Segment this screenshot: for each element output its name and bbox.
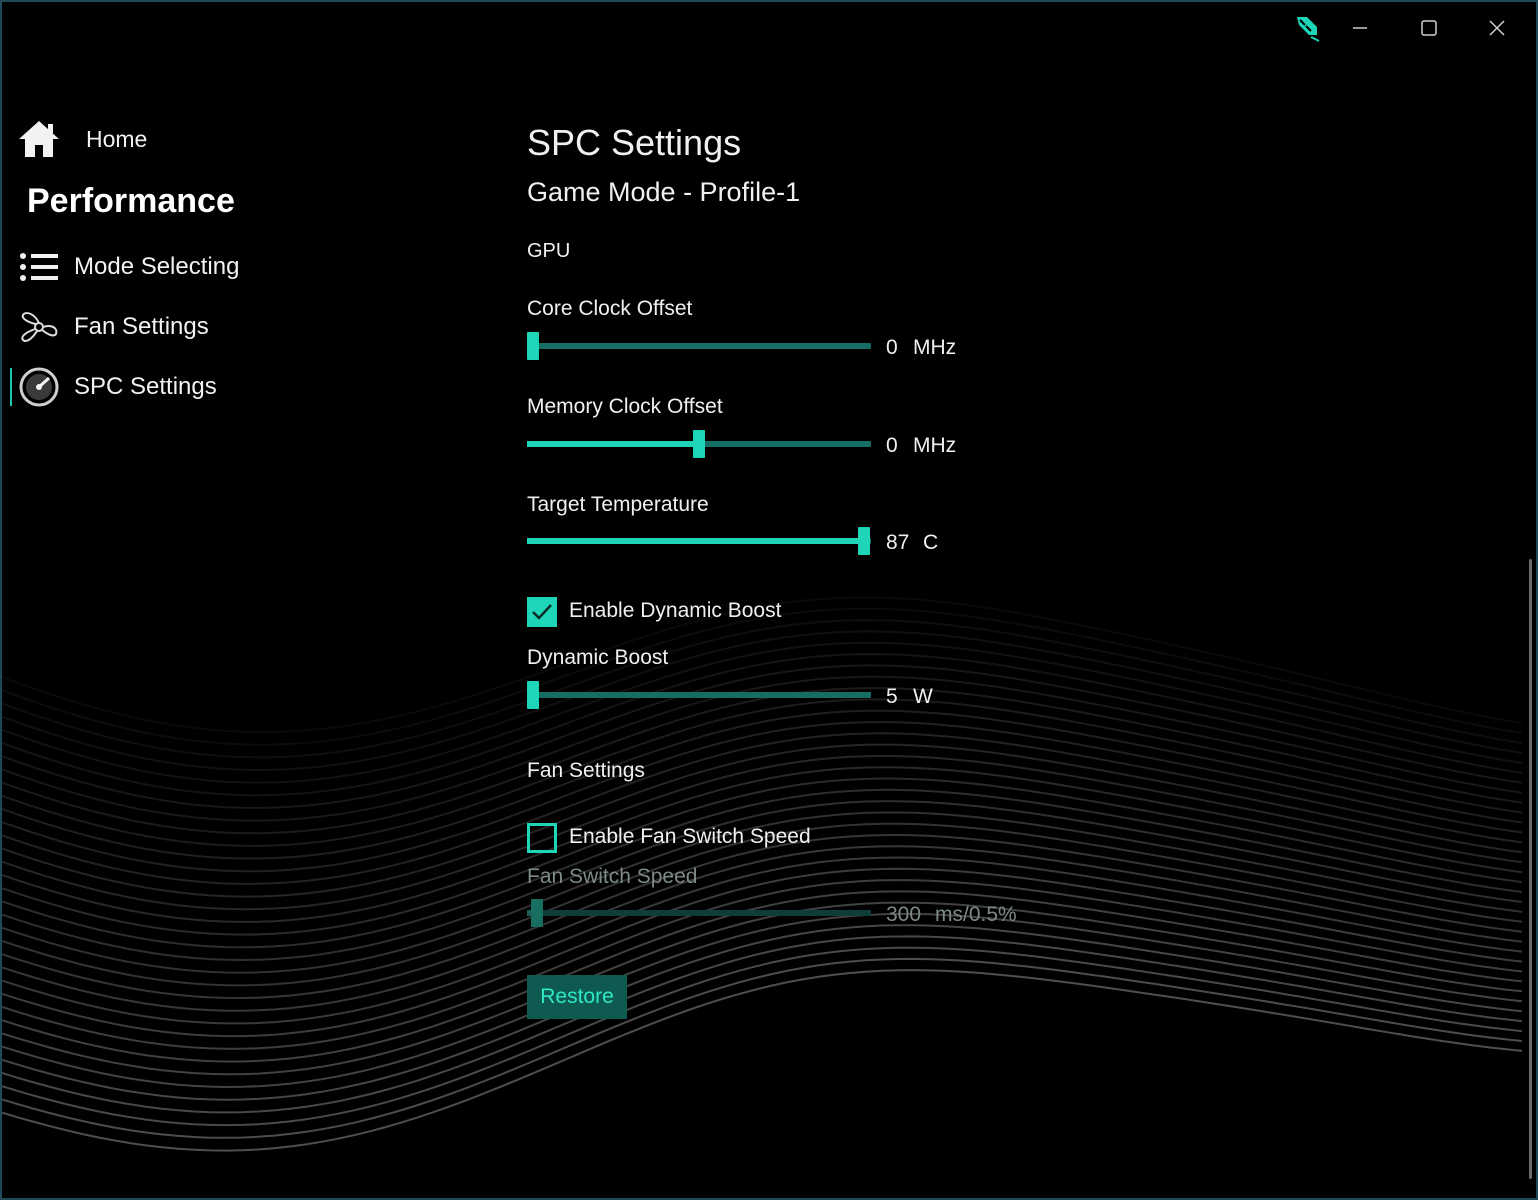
fan-switch-speed-unit: ms/0.5% (935, 903, 1017, 926)
dynamic-boost-unit: W (913, 685, 933, 708)
target-temp-label: Target Temperature (527, 493, 709, 516)
memory-clock-value: 0 (886, 434, 898, 457)
fan-switch-checkbox[interactable] (527, 823, 557, 853)
fan-switch-speed-value: 300 (886, 903, 922, 926)
close-icon[interactable] (1467, 8, 1527, 48)
core-clock-label: Core Clock Offset (527, 297, 693, 320)
home-icon (16, 116, 62, 162)
slider-track (527, 910, 871, 916)
wave-line (2, 901, 1523, 1076)
fan-switch-speed-label: Fan Switch Speed (527, 865, 698, 888)
wave-line (2, 743, 1523, 898)
list-icon (16, 244, 62, 290)
app-window: Home Performance Mode Selecting Fan Sett… (0, 0, 1538, 1200)
core-clock-unit: MHz (913, 336, 957, 359)
wave-line (2, 912, 1523, 1089)
wave-line (2, 946, 1523, 1127)
slider-thumb[interactable] (693, 430, 705, 458)
active-indicator (10, 368, 12, 406)
fan-switch-toggle-label[interactable]: Enable Fan Switch Speed (569, 825, 811, 849)
core-clock-slider[interactable] (527, 332, 871, 360)
slider-thumb[interactable] (527, 332, 539, 360)
slider-fill (527, 538, 865, 544)
wave-line (2, 867, 1523, 1038)
sidebar-item-label: Mode Selecting (74, 253, 240, 280)
wave-line (2, 732, 1523, 885)
dynamic-boost-value: 5 (886, 685, 898, 708)
slider-track (527, 343, 871, 349)
dynamic-boost-label: Dynamic Boost (527, 646, 669, 669)
slider-fill (527, 441, 699, 447)
wave-line (2, 641, 1523, 784)
wave-line (2, 856, 1523, 1025)
memory-clock-slider[interactable] (527, 430, 871, 458)
wave-line (2, 969, 1523, 1152)
sidebar-item-label: Home (86, 125, 148, 152)
sidebar-section-title: Performance (27, 182, 235, 220)
sidebar-item-label: Fan Settings (74, 313, 209, 340)
dynamic-boost-checkbox[interactable] (527, 597, 557, 627)
minimize-icon[interactable] (1330, 8, 1390, 48)
memory-clock-unit: MHz (913, 434, 957, 457)
sidebar-item-fan-settings[interactable]: Fan Settings (16, 304, 209, 350)
page-title: SPC Settings (527, 122, 742, 163)
checkmark-icon (532, 604, 552, 620)
wave-line (2, 957, 1523, 1139)
pen-satellite-icon[interactable] (1276, 8, 1336, 48)
wave-line (2, 845, 1523, 1012)
fan-group-label: Fan Settings (527, 759, 645, 782)
wave-line (2, 698, 1523, 847)
page-subtitle: Game Mode - Profile-1 (527, 177, 801, 207)
sidebar-item-spc-settings[interactable]: SPC Settings (16, 364, 217, 410)
maximize-icon[interactable] (1399, 8, 1459, 48)
slider-thumb[interactable] (858, 527, 871, 555)
sidebar-item-mode-selecting[interactable]: Mode Selecting (16, 244, 239, 290)
fan-switch-speed-slider[interactable] (527, 899, 871, 927)
slider-track (527, 692, 871, 698)
target-temp-value: 87 (886, 531, 910, 554)
fan-icon (16, 304, 62, 350)
target-temp-unit: C (923, 531, 939, 554)
dynamic-boost-toggle-label[interactable]: Enable Dynamic Boost (569, 599, 781, 623)
memory-clock-label: Memory Clock Offset (527, 395, 723, 418)
wave-line (2, 935, 1523, 1114)
restore-button[interactable]: Restore (527, 975, 627, 1019)
scrollbar[interactable] (1529, 559, 1532, 1179)
wave-line (2, 924, 1523, 1101)
core-clock-value: 0 (886, 336, 898, 359)
wave-line (2, 607, 1523, 746)
wave-line (2, 687, 1523, 835)
gauge-icon (16, 364, 62, 410)
slider-thumb[interactable] (531, 899, 544, 927)
sidebar-item-label: SPC Settings (74, 373, 217, 400)
wave-line (2, 653, 1523, 797)
dynamic-boost-slider[interactable] (527, 681, 871, 709)
target-temp-slider[interactable] (527, 527, 871, 555)
sidebar-item-home[interactable]: Home (16, 116, 147, 162)
gpu-group-label: GPU (527, 240, 571, 262)
slider-thumb[interactable] (527, 681, 539, 709)
